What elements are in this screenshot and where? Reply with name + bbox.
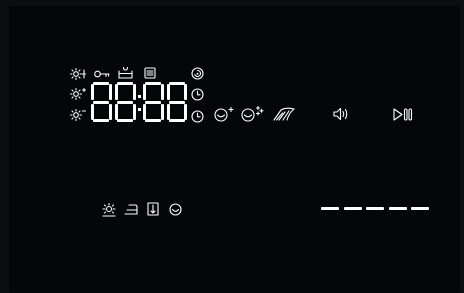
time-display: 88:88 [91, 82, 187, 122]
digit-4-segment-b [184, 84, 187, 100]
digit-2-segment-f [115, 84, 118, 100]
dash-segment: - [343, 207, 362, 210]
dry-icon[interactable] [273, 107, 295, 121]
digit-4-segment-g [169, 100, 185, 104]
timer-icon[interactable] [191, 88, 204, 101]
digit-1-segment-e [91, 104, 94, 120]
steam-plus-plus-icon[interactable] [240, 105, 264, 122]
clock-icon[interactable] [191, 110, 204, 123]
digit-2-segment-e [115, 104, 118, 120]
filter-icon[interactable] [144, 67, 156, 79]
digit-1-segment-a [93, 82, 109, 85]
iron-icon[interactable] [124, 204, 138, 215]
wash-basin-icon[interactable] [118, 66, 133, 79]
play-pause-icon[interactable] [393, 108, 413, 121]
temperature-minus-icon[interactable] [69, 108, 87, 122]
digit-3-segment-a [145, 82, 161, 85]
digit-3-segment-e [143, 104, 146, 120]
digit-4-segment-d [169, 119, 185, 122]
time-display-value: 88:88 [91, 82, 92, 83]
colon-bottom-dot [138, 108, 141, 111]
dash-display: - - - - - [321, 207, 429, 211]
digit-2-segment-a [117, 82, 133, 85]
digit-2-segment-g [117, 100, 133, 104]
dash-segment: - [411, 207, 429, 210]
digit-3-segment-d [145, 119, 161, 122]
dash-segment: - [321, 207, 339, 210]
digit-4-segment-c [184, 104, 187, 120]
dash-segment: - [366, 207, 384, 210]
digit-3-segment-c [161, 104, 164, 120]
dash-segment: - [388, 207, 407, 210]
digit-2-segment-c [133, 104, 136, 120]
steam-plus-icon[interactable] [213, 106, 235, 122]
digit-2-segment-d [117, 119, 133, 122]
key-lock-icon[interactable] [94, 70, 110, 78]
door-icon[interactable] [147, 202, 159, 216]
digit-1-segment-f [91, 84, 94, 100]
digit-1-segment-g [93, 100, 109, 104]
digit-3-segment-g [145, 100, 161, 104]
digit-1-segment-b [109, 84, 112, 100]
colon-top-dot [138, 95, 141, 98]
sound-icon[interactable] [333, 107, 349, 121]
digit-4-segment-f [167, 84, 170, 100]
digit-3-segment-b [161, 84, 164, 100]
digit-1-segment-d [93, 119, 109, 122]
temperature-light-icon[interactable] [69, 67, 87, 81]
digit-4-segment-a [169, 82, 185, 85]
appliance-control-panel [9, 6, 460, 293]
temperature-plus-icon[interactable] [69, 87, 87, 101]
digit-4-segment-e [167, 104, 170, 120]
digit-3-segment-f [143, 84, 146, 100]
rinse-icon[interactable] [169, 203, 182, 216]
digit-2-segment-b [133, 84, 136, 100]
spin-icon[interactable] [191, 67, 204, 80]
digit-1-segment-c [109, 104, 112, 120]
sun-icon[interactable] [102, 202, 116, 217]
